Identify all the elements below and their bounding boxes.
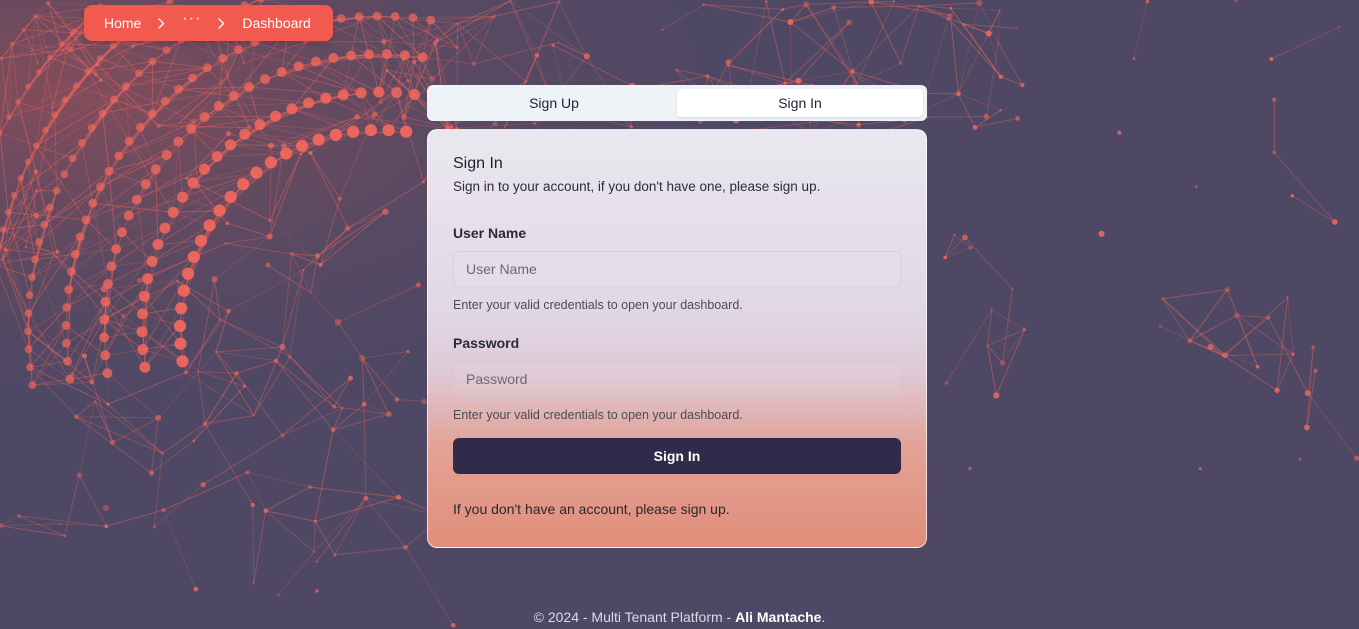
card-title: Sign In [453, 155, 503, 172]
page-footer: © 2024 - Multi Tenant Platform - Ali Man… [0, 609, 1359, 625]
footer-copyright: © 2024 - Multi Tenant Platform - [533, 609, 736, 625]
username-input[interactable] [453, 251, 901, 287]
auth-tabs: Sign Up Sign In [427, 85, 927, 121]
breadcrumb-home-link[interactable]: Home [104, 15, 141, 31]
password-label: Password [453, 335, 520, 351]
tab-sign-in[interactable]: Sign In [677, 89, 923, 117]
password-input[interactable] [453, 361, 901, 397]
card-subtitle: Sign in to your account, if you don't ha… [453, 179, 821, 194]
tab-sign-up[interactable]: Sign Up [431, 89, 677, 117]
sign-in-card: Sign In Sign in to your account, if you … [427, 129, 927, 548]
chevron-right-icon [158, 17, 165, 29]
password-hint: Enter your valid credentials to open you… [453, 408, 743, 422]
sign-in-button[interactable]: Sign In [453, 438, 901, 474]
breadcrumb: Home ··· Dashboard [84, 5, 333, 41]
footer-author: Ali Mantache [735, 609, 822, 625]
breadcrumb-dashboard-link[interactable]: Dashboard [242, 15, 311, 31]
chevron-right-icon [218, 17, 225, 29]
footer-suffix: . [821, 609, 826, 625]
username-label: User Name [453, 225, 527, 241]
breadcrumb-ellipsis-button[interactable]: ··· [182, 11, 201, 27]
sign-up-note: If you don't have an account, please sig… [453, 501, 730, 517]
username-hint: Enter your valid credentials to open you… [453, 298, 743, 312]
